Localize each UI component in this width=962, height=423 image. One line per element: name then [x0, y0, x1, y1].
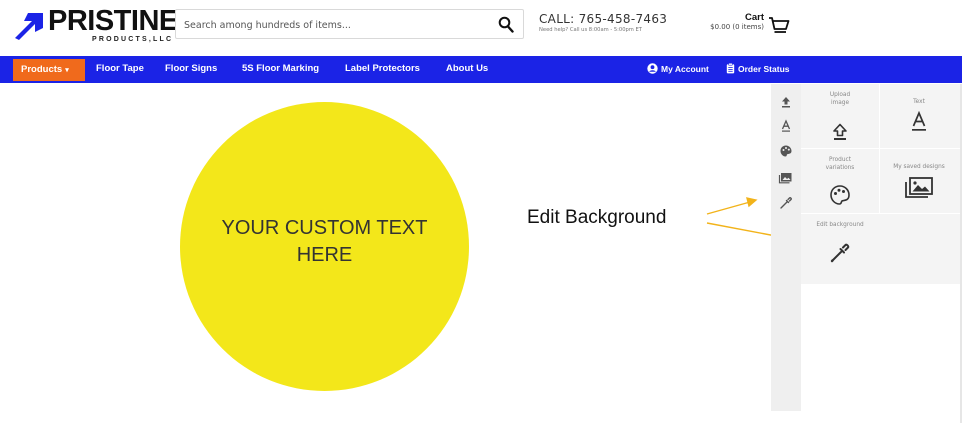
call-number[interactable]: CALL: 765-458-7463: [539, 12, 667, 26]
user-icon: [647, 63, 658, 74]
logo-wordmark: PRISTINE: [48, 5, 178, 37]
upload-icon[interactable]: [778, 94, 794, 110]
search-input[interactable]: [184, 16, 484, 34]
tool-rail: [771, 84, 801, 411]
products-label: Products: [21, 64, 63, 75]
palette-icon: [830, 185, 850, 205]
tool-upload-image[interactable]: Upload image: [801, 84, 879, 148]
nav-5s-floor-marking[interactable]: 5S Floor Marking: [242, 63, 319, 75]
tool-my-saved-designs-label: My saved designs: [893, 164, 945, 170]
text-icon[interactable]: [778, 118, 794, 134]
eyedropper-icon: [830, 243, 850, 263]
edit-background-annotation: Edit Background: [527, 207, 667, 228]
upload-icon: [833, 123, 847, 140]
images-icon[interactable]: [778, 169, 794, 185]
tool-upload-image-label: Upload image: [829, 92, 851, 106]
my-account-label: My Account: [661, 64, 709, 74]
search-icon[interactable]: [498, 16, 514, 33]
logo-subtitle: PRODUCTS,LLC: [92, 36, 174, 43]
tool-text[interactable]: Text: [880, 84, 958, 148]
nav-label-protectors[interactable]: Label Protectors: [345, 63, 420, 75]
cart-icon: [769, 17, 790, 33]
site-header: PRISTINE PRODUCTS,LLC CALL: 765-458-7463…: [0, 0, 962, 48]
help-hours: Need help? Call us 8:00am - 5:00pm ET: [539, 27, 642, 33]
tool-product-variations-label: Product variations: [825, 157, 855, 171]
product-preview-circle[interactable]: YOUR CUSTOM TEXT HERE: [180, 102, 469, 391]
cart-button[interactable]: Cart $0.00 (0 items): [700, 12, 792, 38]
order-status-label: Order Status: [738, 64, 790, 74]
custom-text[interactable]: YOUR CUSTOM TEXT HERE: [180, 215, 469, 269]
main-nav: Products ▾ Floor Tape Floor Signs 5S Floo…: [0, 56, 962, 83]
nav-floor-signs[interactable]: Floor Signs: [165, 63, 217, 75]
nav-floor-tape[interactable]: Floor Tape: [96, 63, 144, 75]
custom-text-line-1: YOUR CUSTOM TEXT: [221, 217, 428, 239]
order-status-link[interactable]: Order Status: [726, 62, 790, 75]
products-menu[interactable]: Products ▾: [13, 59, 85, 81]
logo-arrow-icon: [15, 13, 43, 40]
tool-product-variations[interactable]: Product variations: [801, 149, 879, 213]
my-account-link[interactable]: My Account: [647, 63, 709, 75]
tool-edit-background[interactable]: Edit background: [801, 214, 879, 278]
custom-text-line-2: HERE: [296, 244, 353, 266]
clipboard-icon: [726, 62, 735, 74]
palette-icon[interactable]: [778, 143, 794, 159]
cart-amount: $0.00 (0 items): [710, 23, 764, 31]
images-icon: [905, 177, 933, 198]
pristine-logo[interactable]: PRISTINE PRODUCTS,LLC: [12, 6, 178, 46]
eyedropper-icon[interactable]: [778, 195, 794, 211]
tool-edit-background-label: Edit background: [816, 222, 864, 228]
cart-label: Cart: [744, 12, 764, 23]
search-box: [175, 9, 524, 39]
chevron-down-icon: ▾: [65, 67, 69, 74]
text-icon: [912, 111, 926, 131]
tool-text-label: Text: [913, 99, 925, 105]
nav-about-us[interactable]: About Us: [446, 63, 488, 75]
contact-info: CALL: 765-458-7463 Need help? Call us 8:…: [539, 12, 667, 34]
tool-my-saved-designs[interactable]: My saved designs: [880, 149, 958, 213]
